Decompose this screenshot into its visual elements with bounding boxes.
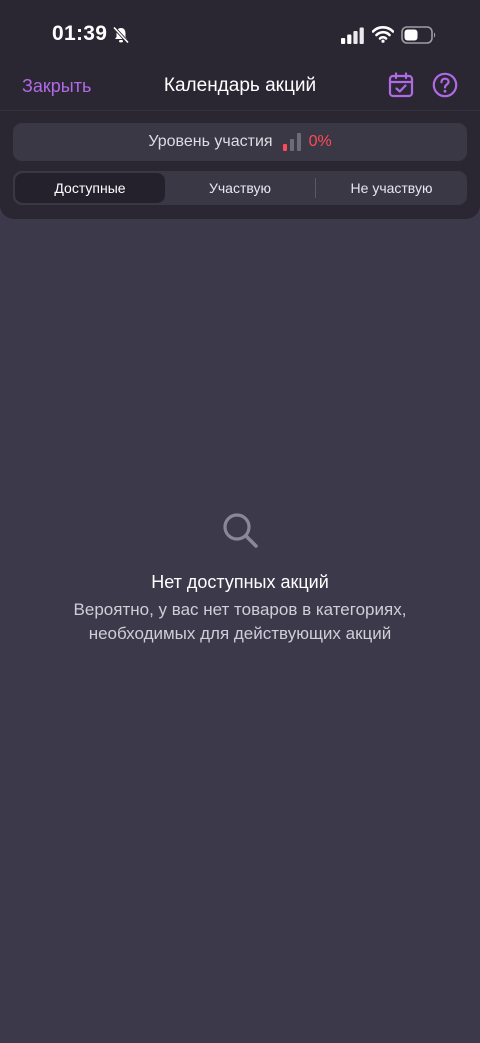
bell-off-icon: [112, 26, 130, 44]
help-icon[interactable]: [432, 72, 458, 98]
participation-card: Уровень участия 0%: [13, 123, 467, 161]
nav-bar: Закрыть Календарь акций: [0, 60, 480, 111]
empty-state-description: Вероятно, у вас нет товаров в категориях…: [40, 598, 440, 646]
calendar-check-icon[interactable]: [388, 72, 414, 98]
search-icon: [223, 513, 258, 548]
level-bars-icon: [282, 133, 301, 151]
wifi-icon: [372, 26, 394, 43]
participation-label: Уровень участия: [148, 133, 273, 150]
tab-available[interactable]: Доступные: [15, 173, 165, 203]
participation-value: 0%: [308, 133, 332, 150]
empty-state-line-2: необходимых для действующих акций: [88, 624, 392, 643]
empty-state-line-1: Вероятно, у вас нет товаров в категориях…: [73, 600, 407, 619]
battery-icon: [401, 26, 436, 44]
status-time: 01:39: [52, 22, 108, 45]
signal-icon: [341, 27, 364, 44]
tab-participating[interactable]: Участвую: [165, 171, 315, 205]
empty-state-title: Нет доступных акций: [151, 572, 329, 592]
tab-not-participating[interactable]: Не участвую: [316, 171, 467, 205]
segmented-control: Доступные Участвую Не участвую: [13, 171, 467, 205]
